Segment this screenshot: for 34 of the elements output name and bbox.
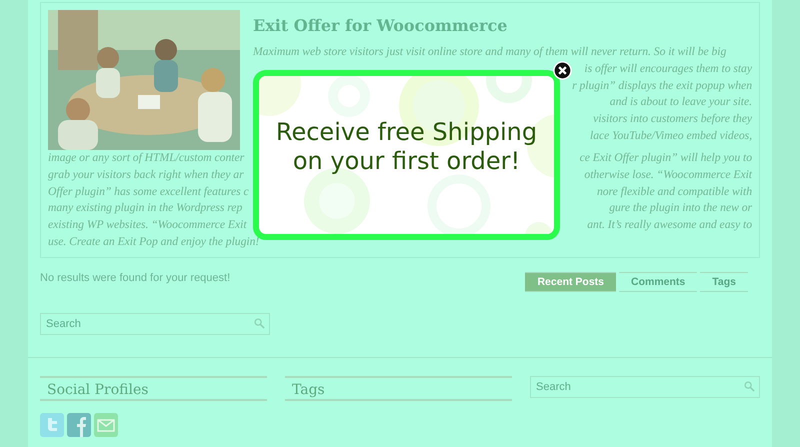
article-text: visitors into customers before they (593, 111, 752, 128)
tab[interactable]: Recent Posts (525, 272, 616, 292)
popup-headline: Receive free Shipping (274, 118, 538, 147)
article-text: many existing plugin in the Wordpress rep (48, 200, 242, 216)
article-text: lace YouTube/Vimeo embed videos, (590, 128, 752, 144)
bird-icon[interactable] (40, 413, 64, 437)
widget-heading: Social Profiles (40, 376, 267, 401)
facebook-icon[interactable] (67, 413, 91, 437)
article-text: existing WP websites. “Woocommerce Exit (48, 217, 247, 234)
search-icon[interactable] (744, 381, 755, 392)
article-text: ce Exit Offer plugin” will help you to (580, 150, 752, 166)
close-icon[interactable] (553, 61, 572, 80)
tab[interactable]: Comments (619, 272, 698, 292)
search-field[interactable]: Search (40, 313, 270, 335)
article-title: Exit Offer for Woocommerce (253, 16, 508, 35)
article-text: image or any sort of HTML/custom conter (48, 150, 244, 166)
widget-heading: Tags (285, 376, 512, 401)
article-text: nore flexible and compatible with (596, 184, 752, 200)
article-text: grab your visitors back right when they ar (48, 166, 244, 183)
no-results-message: No results were found for your request! (40, 272, 232, 284)
article-text: Offer plugin” has some excellent features c (48, 184, 249, 200)
popup-headline: on your first order! (292, 147, 522, 176)
tab[interactable]: Tags (700, 272, 748, 292)
article-text: ant. It’s really awesome and easy to (587, 217, 752, 234)
article-text: use. Create an Exit Pop and enjoy the plugin! (48, 234, 260, 250)
article-text: and is about to leave your site. (610, 94, 752, 110)
article-text: otherwise lose. “Woocommerce Exit (584, 166, 752, 183)
article-text: Maximum web store visitors just visit online store and many of them will never return. So it will be big (253, 44, 726, 60)
article-text: is offer will encourages them to stay (584, 60, 752, 77)
article-text: r plugin” displays the exit popup when (572, 78, 752, 94)
mail-icon[interactable] (94, 413, 118, 437)
search-icon[interactable] (254, 318, 265, 329)
search-field[interactable]: Search (530, 376, 760, 398)
article-text: gure the plugin into the new or (609, 200, 752, 216)
